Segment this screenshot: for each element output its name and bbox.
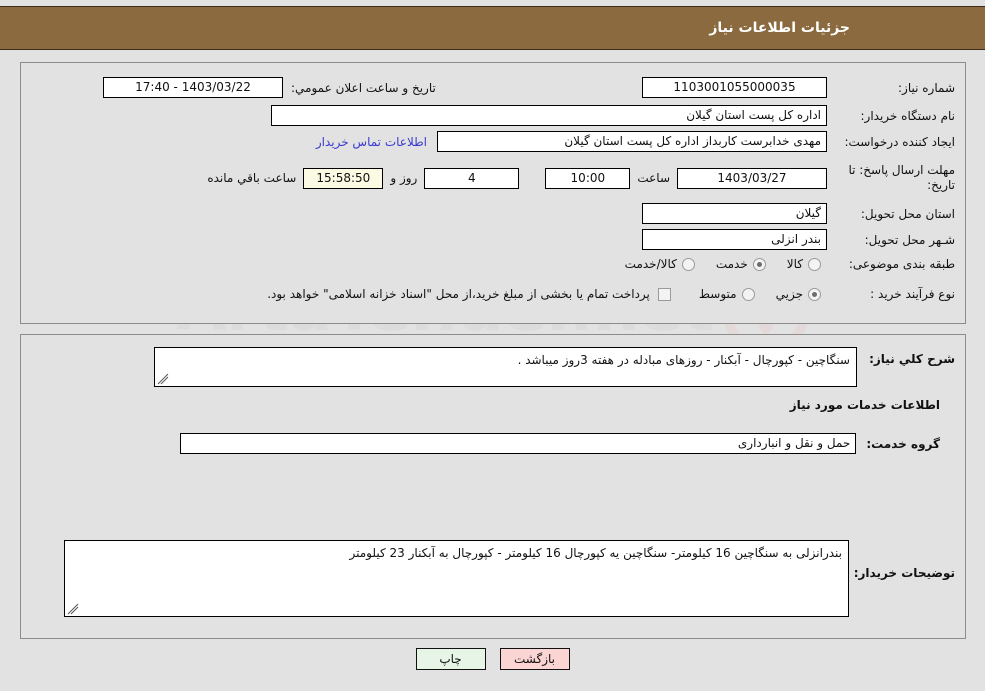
- summary-text: سنگاچین - کپورچال - آبکنار - روزهای مباد…: [517, 353, 850, 367]
- radio-purchase-0[interactable]: [808, 287, 821, 301]
- category-radio-group: کالا خدمت کالا/خدمت: [609, 257, 821, 271]
- resize-handle-icon-2[interactable]: [67, 603, 79, 615]
- deadline-date-value: 1403/03/27: [677, 167, 827, 189]
- creator-value: مهدی خدابرست کاربداز اداره کل پست استان …: [437, 131, 827, 152]
- treasury-checkbox[interactable]: [657, 287, 671, 301]
- need-number-value: 1103001055000035: [642, 77, 827, 98]
- row-need-number: شماره نیاز: 1103001055000035: [642, 77, 955, 98]
- need-details-panel: شماره نیاز: 1103001055000035 تاریخ و ساع…: [20, 62, 966, 324]
- row-service-group: گروه خدمت: حمل و نقل و انبارداری: [180, 433, 940, 454]
- province-value: گیلان: [642, 203, 827, 224]
- page-header-bar: جزئیات اطلاعات نیاز: [0, 6, 985, 50]
- purchase-type-label: نوع فرآیند خرید :: [870, 287, 955, 301]
- radio-purchase-0-label: جزیي: [775, 287, 803, 301]
- buyer-notes-textarea[interactable]: بندرانزلی به سنگاچین 16 کیلومتر- سنگاچین…: [64, 540, 849, 617]
- radio-category-2-label: کالا/خدمت: [624, 257, 677, 271]
- row-creator: ایجاد کننده درخواست: مهدی خدابرست کاربدا…: [316, 131, 955, 152]
- creator-label: ایجاد کننده درخواست:: [844, 134, 955, 149]
- radio-purchase-1[interactable]: [741, 287, 755, 301]
- print-button[interactable]: چاپ: [415, 648, 486, 670]
- city-value: بندر انزلی: [642, 229, 827, 250]
- buyer-notes-label: توضیحات خریدار:: [853, 566, 955, 580]
- row-buyer-org: نام دستگاه خریدار: اداره کل پست استان گی…: [271, 105, 955, 126]
- row-public-announce: تاریخ و ساعت اعلان عمومي: 1403/03/22 - 1…: [103, 77, 436, 98]
- buyer-contact-link[interactable]: اطلاعات تماس خریدار: [316, 135, 427, 149]
- row-category: طبقه بندی موضوعی: کالا خدمت کالا/خدمت: [609, 257, 955, 271]
- need-number-label: شماره نیاز:: [898, 80, 955, 95]
- days-label: روز و: [390, 171, 418, 185]
- row-purchase-type: نوع فرآیند خرید : جزیي متوسط پرداخت تمام…: [267, 287, 955, 301]
- page-root: ArtaTender.net جزئیات اطلاعات نیاز شماره…: [0, 0, 985, 691]
- radio-category-1-label: خدمت: [715, 257, 748, 271]
- resize-handle-icon[interactable]: [157, 373, 169, 385]
- row-province: استان محل تحویل: گیلان: [642, 203, 955, 224]
- service-group-label: گروه خدمت:: [866, 436, 940, 451]
- radio-category-2[interactable]: [681, 257, 695, 271]
- buyer-notes-text: بندرانزلی به سنگاچین 16 کیلومتر- سنگاچین…: [349, 546, 842, 560]
- radio-category-1[interactable]: [752, 257, 766, 271]
- row-deadline: مهلت ارسال پاسخ: تا تاریخ: 1403/03/27 سا…: [207, 163, 955, 193]
- services-panel: شرح كلي نياز: سنگاچین - کپورچال - آبکنار…: [20, 334, 966, 639]
- services-heading: اطلاعات خدمات مورد نیاز: [789, 398, 940, 412]
- row-buyer-notes: توضیحات خریدار: بندرانزلی به سنگاچین 16 …: [64, 540, 955, 617]
- public-announce-label: تاریخ و ساعت اعلان عمومي:: [291, 80, 436, 95]
- category-label: طبقه بندی موضوعی:: [848, 257, 955, 271]
- summary-label: شرح كلي نياز:: [869, 352, 955, 366]
- deadline-hour-value: 10:00: [545, 167, 631, 189]
- footer-buttons: بازگشت چاپ: [0, 648, 985, 670]
- days-remaining-value: 4: [424, 167, 520, 189]
- row-summary: شرح كلي نياز: سنگاچین - کپورچال - آبکنار…: [154, 347, 955, 387]
- radio-category-0[interactable]: [808, 257, 821, 271]
- back-button[interactable]: بازگشت: [499, 648, 570, 670]
- deadline-label: مهلت ارسال پاسخ: تا تاریخ:: [848, 163, 955, 192]
- treasury-note-label: پرداخت تمام یا بخشی از مبلغ خرید،از محل …: [267, 287, 650, 301]
- radio-category-0-label: کالا: [786, 257, 803, 271]
- services-heading-row: اطلاعات خدمات مورد نیاز: [790, 398, 940, 412]
- row-city: شـهر محل تحویل: بندر انزلی: [642, 229, 955, 250]
- service-group-value: حمل و نقل و انبارداری: [180, 433, 857, 454]
- summary-textarea[interactable]: سنگاچین - کپورچال - آبکنار - روزهای مباد…: [154, 347, 857, 387]
- city-label: شـهر محل تحویل:: [864, 232, 955, 247]
- countdown-label: ساعت باقي مانده: [207, 171, 297, 185]
- page-title: جزئیات اطلاعات نیاز: [709, 20, 850, 36]
- purchase-radio-group: جزیي متوسط: [683, 287, 821, 301]
- countdown-value: 15:58:50: [303, 167, 384, 189]
- buyer-org-label: نام دستگاه خریدار:: [860, 108, 956, 123]
- province-label: استان محل تحویل:: [860, 206, 955, 221]
- public-announce-value: 1403/03/22 - 17:40: [103, 77, 283, 98]
- buyer-org-value: اداره کل پست استان گیلان: [271, 105, 827, 126]
- radio-purchase-1-label: متوسط: [698, 287, 737, 301]
- deadline-hour-label: ساعت: [637, 171, 670, 185]
